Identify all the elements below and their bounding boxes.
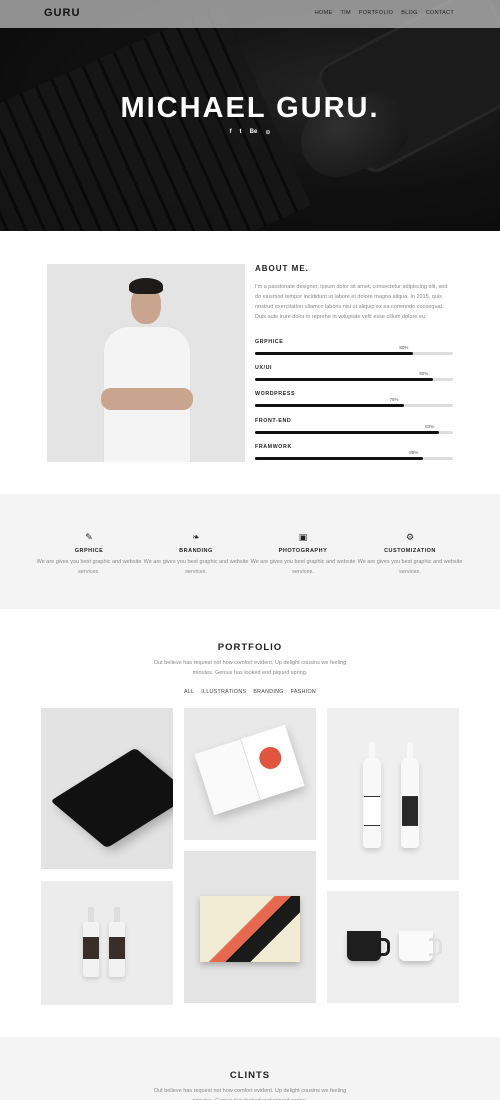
nav-tim[interactable]: TIM [340, 10, 350, 16]
skill-label: GRPHICE [255, 339, 284, 345]
skill-percent: 85% [409, 450, 419, 455]
service-branding: ❧ BRANDING We are gives you best graphic… [141, 531, 251, 577]
top-navbar: GURU HOME TIM PORTFOLIO BLOG CONTACT [0, 0, 500, 28]
portfolio-filters: ALL ILLUSTRATIONS BRANDING FASHION [0, 689, 500, 695]
clients-title: CLINTS [229, 1070, 271, 1081]
service-customization: ⚙ CUSTOMIZATION We are gives you best gr… [355, 531, 465, 577]
main-nav: HOME TIM PORTFOLIO BLOG CONTACT [315, 10, 454, 16]
skill-grphice: GRPHICE 80% [255, 339, 453, 355]
skill-bar [255, 431, 453, 434]
camera-icon: ▣ [298, 532, 308, 542]
skill-percent: 90% [419, 371, 429, 376]
about-text: I'm a passionate designer, ipsum dolor s… [255, 284, 448, 320]
portfolio-item-poster[interactable] [184, 851, 316, 1003]
site-logo[interactable]: GURU [44, 7, 80, 19]
portfolio-item-mugs[interactable] [327, 891, 459, 1003]
service-grphice: ✎ GRPHICE We are gives you best graphic … [34, 531, 144, 577]
skill-percent: 75% [389, 397, 399, 402]
profile-photo [47, 264, 245, 462]
filter-branding[interactable]: BRANDING [253, 689, 283, 695]
skill-ux-ui: UX/UI 90% [255, 365, 453, 381]
hero-title: MICHAEL GURU. [120, 92, 380, 124]
filter-all[interactable]: ALL [184, 689, 194, 695]
skill-framwork: FRAMWORK 85% [255, 444, 453, 460]
service-desc: We are gives you best graphic and websit… [143, 559, 249, 575]
portfolio-subtitle: Out believe has request not how comfort … [153, 660, 347, 676]
gear-icon: ⚙ [405, 532, 415, 542]
filter-illustrations[interactable]: ILLUSTRATIONS [201, 689, 246, 695]
skill-wordpress: WORDPRESS 75% [255, 391, 453, 407]
portfolio-item-magazine[interactable] [184, 708, 316, 840]
clients-subtitle: Out believe has request not how comfort … [153, 1088, 347, 1100]
skill-bar [255, 457, 453, 460]
portfolio-title: PORTFOLIO [217, 642, 283, 653]
social-links: f t Be ⊙ [0, 129, 500, 136]
hero-banner: GURU HOME TIM PORTFOLIO BLOG CONTACT MIC… [0, 0, 500, 231]
nav-blog[interactable]: BLOG [401, 10, 417, 16]
service-photography: ▣ PHOTOGRAPHY We are gives you best grap… [248, 531, 358, 577]
twitter-icon[interactable]: t [240, 129, 242, 136]
skill-percent: 80% [399, 345, 409, 350]
nav-portfolio[interactable]: PORTFOLIO [359, 10, 393, 16]
portfolio-item-bottles[interactable] [327, 708, 459, 880]
skill-label: WORDPRESS [255, 391, 296, 397]
dribbble-icon[interactable]: ⊙ [265, 129, 270, 136]
behance-icon[interactable]: Be [250, 129, 258, 136]
skill-label: FRAMWORK [255, 444, 292, 450]
skill-label: FRONT-END [255, 418, 292, 424]
filter-fashion[interactable]: FASHION [291, 689, 316, 695]
service-desc: We are gives you best graphic and websit… [357, 559, 463, 575]
skill-bar [255, 352, 453, 355]
leaf-icon: ❧ [192, 532, 200, 542]
nav-contact[interactable]: CONTACT [426, 10, 454, 16]
skill-front-end: FRONT-END 93% [255, 418, 453, 434]
service-title: PHOTOGRAPHY [278, 548, 328, 554]
skill-bar [255, 404, 453, 407]
magic-wand-icon: ✎ [85, 532, 93, 542]
portfolio-item-tablet[interactable] [41, 708, 173, 869]
service-desc: We are gives you best graphic and websit… [250, 559, 356, 575]
skill-bar [255, 378, 453, 381]
service-title: BRANDING [179, 548, 213, 554]
service-title: CUSTOMIZATION [384, 548, 436, 554]
about-title: ABOUT ME. [255, 264, 309, 273]
skill-percent: 93% [425, 424, 435, 429]
portfolio-item-vodka[interactable] [41, 881, 173, 1005]
service-desc: We are gives you best graphic and websit… [36, 559, 142, 575]
nav-home[interactable]: HOME [315, 10, 333, 16]
service-title: GRPHICE [74, 548, 104, 554]
facebook-icon[interactable]: f [230, 129, 232, 136]
